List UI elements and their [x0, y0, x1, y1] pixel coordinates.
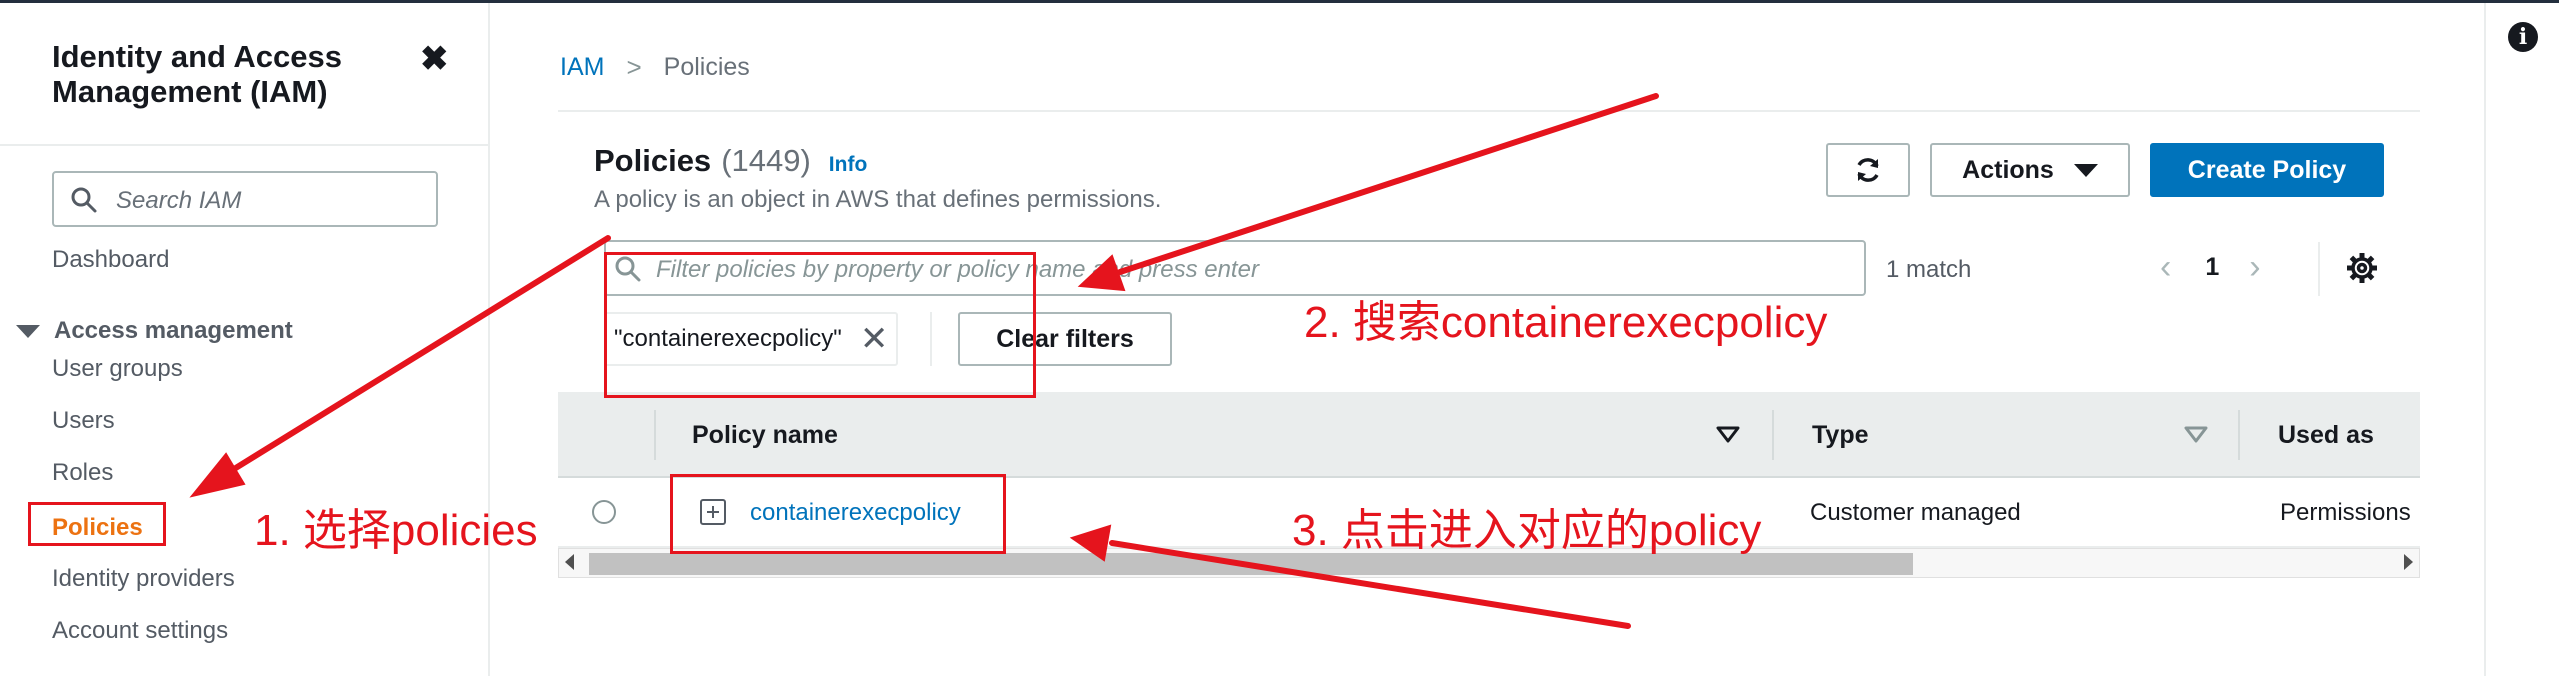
table-header: Policy name Type Used as [558, 392, 2420, 478]
policy-used-as: Permissions [2280, 499, 2411, 526]
page-description: A policy is an object in AWS that define… [594, 186, 1162, 213]
policy-count: (1449) [721, 143, 811, 178]
caret-down-icon [16, 324, 40, 338]
column-header-type[interactable]: Type [1812, 421, 1869, 450]
sidebar-item-users[interactable]: Users [52, 407, 115, 435]
sidebar-title: Identity and Access Management (IAM) [52, 39, 343, 109]
gear-icon[interactable] [2344, 250, 2380, 286]
page-title: Policies (1449) Info [594, 143, 867, 179]
refresh-icon [1857, 158, 1879, 182]
row-select-radio[interactable] [592, 500, 616, 524]
actions-label: Actions [1962, 155, 2054, 184]
search-placeholder: Search IAM [116, 187, 242, 214]
iam-console: Identity and Access Management (IAM) ✖ S… [0, 0, 2559, 676]
sidebar: Identity and Access Management (IAM) ✖ S… [0, 3, 490, 676]
sidebar-item-roles[interactable]: Roles [52, 459, 113, 487]
breadcrumb-separator-icon: > [626, 52, 642, 82]
pagination: ‹ 1 › [2160, 248, 2261, 287]
page-title-text: Policies [594, 143, 712, 178]
help-panel-divider [2484, 3, 2486, 676]
sort-icon[interactable] [2184, 426, 2208, 444]
info-link[interactable]: Info [829, 153, 867, 177]
annotation-step1: 1. 选择policies [254, 506, 538, 555]
column-divider [1772, 410, 1774, 460]
column-divider [654, 410, 656, 460]
chevron-right-icon[interactable]: › [2249, 248, 2260, 287]
column-header-policy-name[interactable]: Policy name [692, 421, 838, 450]
chevron-left-icon[interactable]: ‹ [2160, 248, 2171, 287]
annotation-step3: 3. 点击进入对应的policy [1292, 506, 1762, 555]
column-divider [2238, 410, 2240, 460]
actions-dropdown[interactable]: Actions [1930, 143, 2130, 197]
column-header-used-as[interactable]: Used as [2278, 421, 2374, 450]
match-count: 1 match [1886, 256, 1972, 283]
annotation-step2: 2. 搜索containerexecpolicy [1304, 298, 1828, 347]
caret-down-icon [2073, 163, 2098, 177]
breadcrumb-iam-link[interactable]: IAM [560, 53, 604, 82]
refresh-button[interactable] [1826, 143, 1910, 197]
sidebar-section-access-management[interactable]: Access management [16, 317, 293, 345]
breadcrumb: IAM > Policies [560, 52, 750, 83]
annotation-box-policy-link [670, 474, 1006, 554]
breadcrumb-divider [558, 110, 2420, 112]
create-policy-button[interactable]: Create Policy [2150, 143, 2384, 197]
sort-icon[interactable] [1716, 426, 1740, 444]
info-icon[interactable]: i [2508, 22, 2538, 52]
sidebar-item-user-groups[interactable]: User groups [52, 355, 183, 383]
page-number[interactable]: 1 [2205, 253, 2219, 282]
annotation-box-filter [604, 252, 1036, 398]
policy-type: Customer managed [1810, 499, 2021, 526]
breadcrumb-current: Policies [663, 53, 750, 81]
scroll-right-icon[interactable] [2404, 554, 2413, 570]
section-label: Access management [54, 317, 293, 344]
sidebar-divider [0, 144, 488, 146]
annotation-box-policies [28, 502, 166, 546]
close-icon[interactable]: ✖ [420, 39, 449, 79]
search-icon [71, 187, 97, 213]
scroll-left-icon[interactable] [565, 554, 574, 570]
search-iam-input[interactable]: Search IAM [52, 171, 438, 227]
sidebar-item-identity-providers[interactable]: Identity providers [52, 565, 235, 593]
pager-divider [2318, 242, 2320, 296]
sidebar-item-dashboard[interactable]: Dashboard [52, 246, 169, 274]
sidebar-item-account-settings[interactable]: Account settings [52, 617, 228, 645]
